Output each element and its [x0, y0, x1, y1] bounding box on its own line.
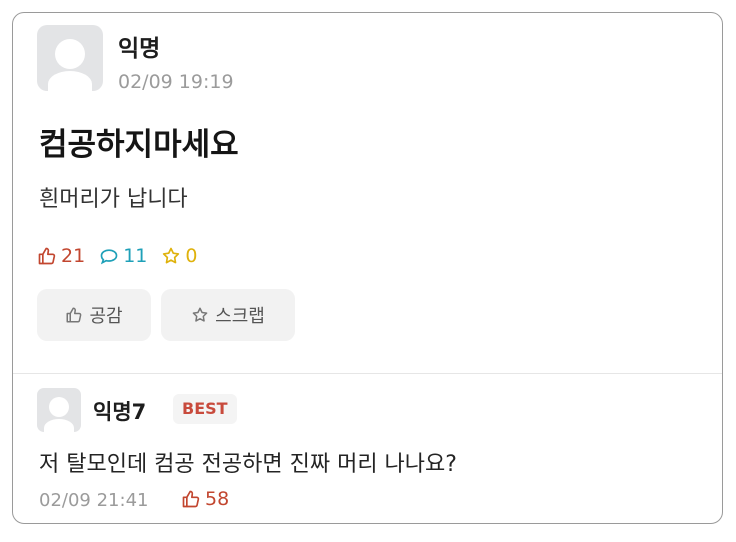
- scrap-button-label: 스크랩: [215, 306, 265, 327]
- comment-count: 11: [99, 245, 147, 267]
- comment-bubble-icon: [100, 249, 118, 265]
- post-author: 익명: [118, 36, 161, 62]
- comment-text: 저 탈모인데 컴공 전공하면 진짜 머리 나나요?: [39, 452, 457, 477]
- like-count-value: 21: [61, 245, 86, 267]
- comment-count-value: 11: [123, 245, 148, 267]
- post-stats: 21 11 0: [37, 245, 211, 267]
- avatar-body: [48, 71, 92, 91]
- author-avatar: [37, 25, 103, 91]
- avatar-body: [44, 419, 74, 432]
- comment-like-count[interactable]: 58: [181, 488, 229, 510]
- post-date: 02/09 19:19: [118, 71, 234, 93]
- post-title: 컴공하지마세요: [39, 127, 239, 163]
- thumbs-up-icon: [38, 247, 56, 265]
- avatar-head: [49, 397, 69, 417]
- empathy-button[interactable]: 공감: [37, 289, 151, 341]
- comment-like-value: 58: [205, 488, 230, 510]
- empathy-button-label: 공감: [89, 306, 123, 327]
- star-icon: [192, 307, 208, 322]
- like-count: 21: [37, 245, 85, 267]
- scrap-button[interactable]: 스크랩: [161, 289, 295, 341]
- comment-author: 익명7: [93, 400, 147, 424]
- scrap-count-value: 0: [185, 245, 198, 267]
- post-card: 익명 02/09 19:19 컴공하지마세요 흰머리가 납니다 21 11 0 …: [12, 12, 723, 524]
- comment-date: 02/09 21:41: [39, 490, 149, 511]
- commenter-avatar: [37, 388, 81, 432]
- best-comment: 익명7 BEST 저 탈모인데 컴공 전공하면 진짜 머리 나나요? 02/09…: [13, 374, 722, 523]
- avatar-head: [55, 39, 85, 69]
- post-content: 흰머리가 납니다: [39, 187, 188, 212]
- post: 익명 02/09 19:19 컴공하지마세요 흰머리가 납니다 21 11 0 …: [13, 13, 722, 373]
- thumbs-up-icon: [66, 307, 82, 323]
- scrap-count: 0: [161, 245, 197, 267]
- thumbs-up-icon: [182, 490, 200, 508]
- best-badge: BEST: [173, 394, 237, 424]
- star-icon: [163, 247, 180, 264]
